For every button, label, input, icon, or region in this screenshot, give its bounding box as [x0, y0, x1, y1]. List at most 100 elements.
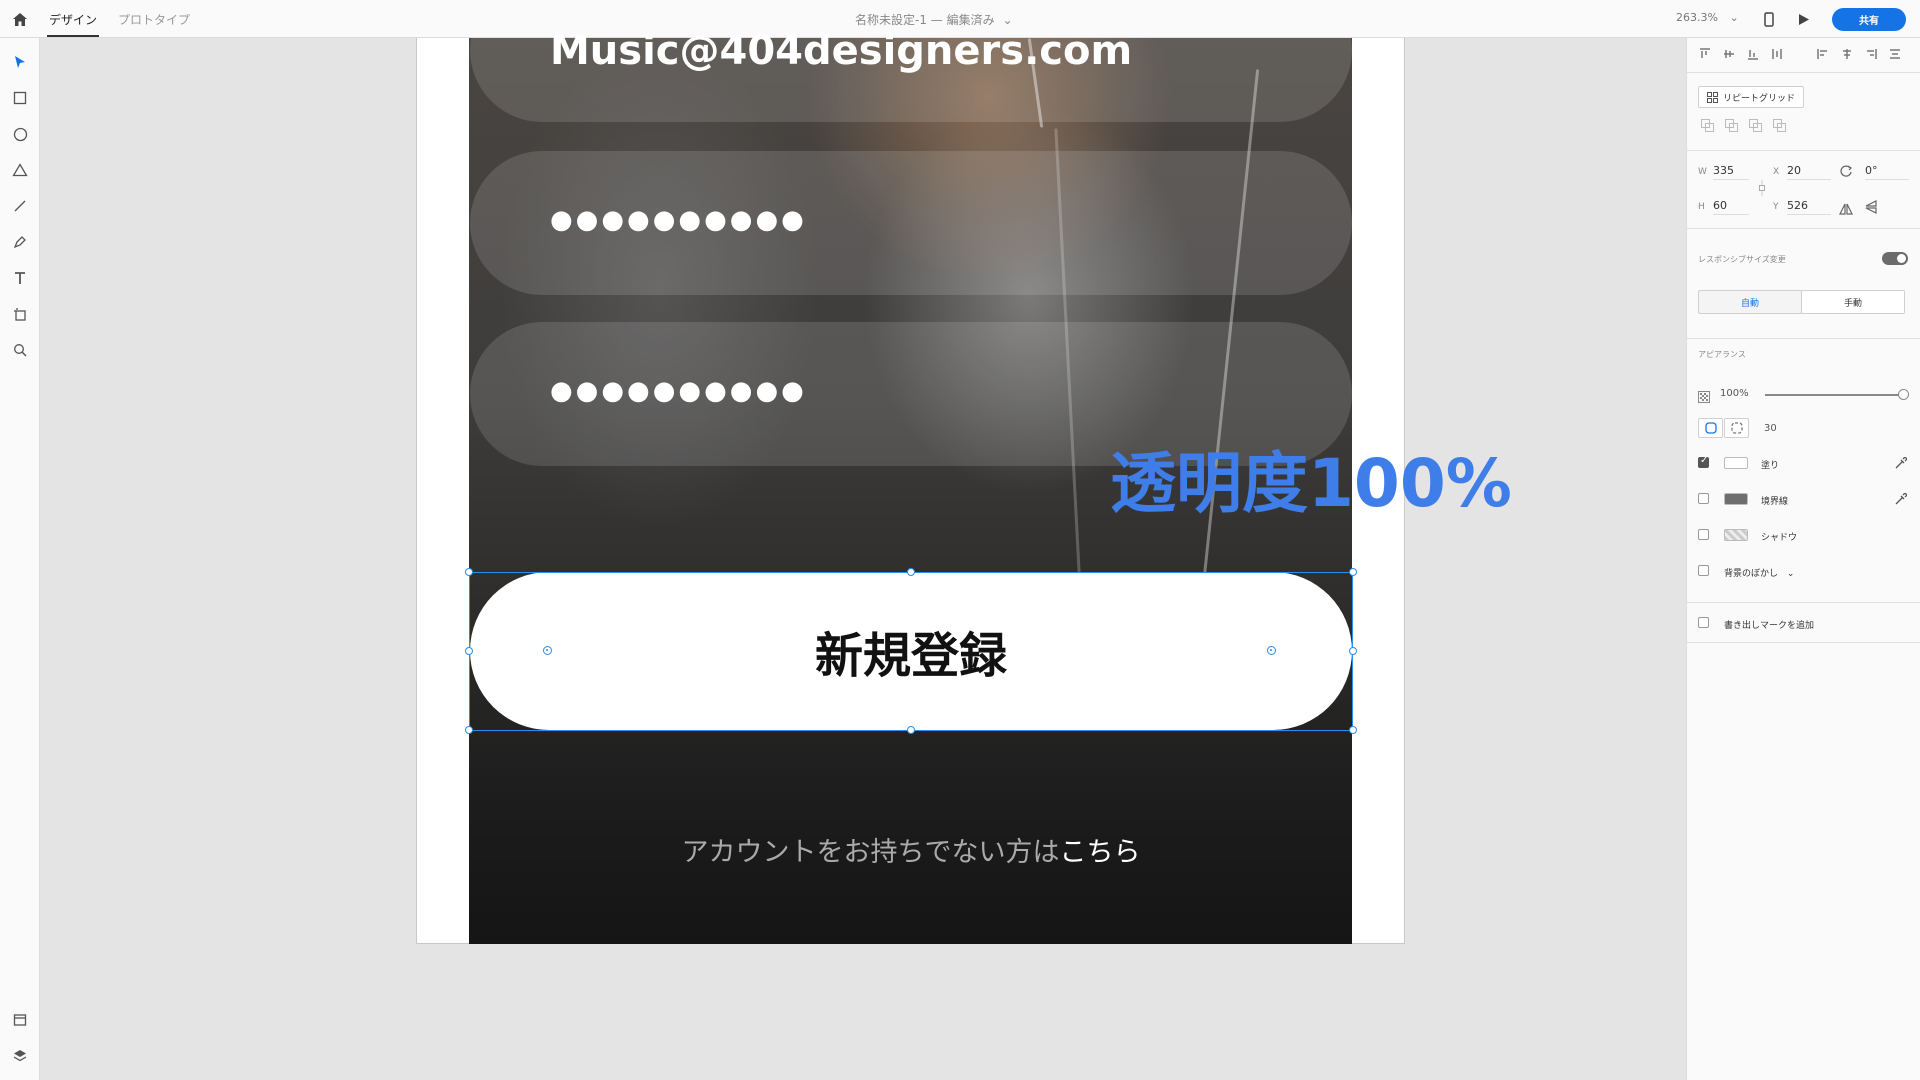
resize-handle[interactable]: [907, 568, 915, 576]
width-label: W: [1698, 167, 1707, 177]
shadow-swatch[interactable]: [1724, 529, 1748, 541]
corner-radius-individual-button[interactable]: [1724, 418, 1749, 438]
select-tool-icon[interactable]: [9, 51, 31, 73]
x-label: X: [1773, 167, 1780, 177]
boolean-add-icon[interactable]: [1701, 119, 1714, 132]
align-toolbar: [1699, 48, 1783, 60]
signup-label: 新規登録: [814, 628, 1007, 684]
opacity-slider-thumb[interactable]: [1898, 389, 1909, 400]
divider: [1687, 72, 1920, 73]
zoom-tool-icon[interactable]: [9, 339, 31, 361]
border-color-swatch[interactable]: [1724, 493, 1748, 505]
resize-handle[interactable]: [1349, 726, 1357, 734]
layers-panel-icon[interactable]: [9, 1045, 31, 1067]
opacity-icon: [1698, 388, 1710, 407]
align-bottom-icon[interactable]: [1747, 48, 1759, 60]
export-mark-label: 書き出しマークを追加: [1724, 621, 1815, 631]
fill-color-swatch[interactable]: [1724, 457, 1748, 469]
opacity-value[interactable]: 100%: [1720, 388, 1749, 399]
eyedropper-icon[interactable]: [1894, 491, 1908, 510]
rectangle-tool-icon[interactable]: [9, 87, 31, 109]
height-input[interactable]: 60: [1713, 199, 1749, 215]
eyedropper-icon[interactable]: [1894, 455, 1908, 474]
repeat-grid-button[interactable]: リピートグリッド: [1698, 86, 1804, 108]
polygon-tool-icon[interactable]: [9, 159, 31, 181]
resize-handle[interactable]: [465, 647, 473, 655]
mobile-preview-icon[interactable]: [1760, 10, 1778, 28]
distribute-horizontal-icon[interactable]: [1889, 48, 1901, 60]
y-input[interactable]: 526: [1787, 199, 1831, 215]
fill-checkbox[interactable]: [1698, 455, 1709, 468]
left-toolbar: [0, 38, 40, 1080]
y-label: Y: [1773, 202, 1779, 212]
resize-handle[interactable]: [1349, 647, 1357, 655]
shadow-checkbox[interactable]: [1698, 529, 1709, 540]
lock-aspect-icon[interactable]: [1757, 180, 1767, 200]
auto-button[interactable]: 自動: [1698, 290, 1802, 314]
email-field[interactable]: Music@404designers.com: [470, 0, 1352, 122]
line-tool-icon[interactable]: [9, 195, 31, 217]
rotate-icon[interactable]: [1839, 163, 1853, 182]
resize-handle[interactable]: [1349, 568, 1357, 576]
background-blur-text: 背景のぼかし: [1724, 569, 1779, 579]
pen-tool-icon[interactable]: [9, 231, 31, 253]
boolean-exclude-icon[interactable]: [1773, 119, 1786, 132]
boolean-intersect-icon[interactable]: [1749, 119, 1762, 132]
align-left-icon[interactable]: [1817, 48, 1829, 60]
opacity-slider-track[interactable]: [1765, 394, 1903, 396]
password-field[interactable]: ●●●●●●●●●●: [470, 151, 1352, 295]
x-input[interactable]: 20: [1787, 164, 1831, 180]
corner-radius-input[interactable]: 30: [1764, 423, 1777, 434]
rotation-input[interactable]: 0°: [1865, 164, 1909, 180]
resize-handle[interactable]: [465, 726, 473, 734]
resize-handle[interactable]: [465, 568, 473, 576]
signup-button[interactable]: 新規登録: [470, 572, 1352, 730]
password-confirm-mask: ●●●●●●●●●●: [550, 376, 807, 406]
flip-horizontal-icon[interactable]: [1839, 200, 1853, 219]
password-mask: ●●●●●●●●●●: [550, 205, 807, 235]
border-checkbox[interactable]: [1698, 493, 1709, 504]
divider: [1687, 642, 1920, 643]
tab-design[interactable]: デザイン: [49, 11, 97, 28]
responsive-resize-toggle[interactable]: [1882, 252, 1908, 265]
resize-handle[interactable]: [907, 726, 915, 734]
flip-vertical-icon[interactable]: [1865, 199, 1877, 218]
border-label: 境界線: [1761, 497, 1789, 507]
home-icon[interactable]: [9, 8, 31, 30]
account-link[interactable]: こちら: [1060, 837, 1141, 868]
responsive-resize-label: レスポンシブサイズ変更: [1698, 255, 1786, 264]
align-top-icon[interactable]: [1699, 48, 1711, 60]
align-middle-icon[interactable]: [1723, 48, 1735, 60]
export-mark-checkbox[interactable]: [1698, 617, 1709, 628]
repeat-grid-label: リピートグリッド: [1722, 93, 1795, 104]
align-right-icon[interactable]: [1865, 48, 1877, 60]
zoom-value: 263.3%: [1676, 11, 1718, 24]
ellipse-tool-icon[interactable]: [9, 123, 31, 145]
corner-radius-all-button[interactable]: [1698, 418, 1723, 438]
property-inspector: リピートグリッド W 335 H 60 X 20 Y 526 0° レスポンシブ…: [1686, 38, 1920, 1080]
text-tool-icon[interactable]: [9, 267, 31, 289]
boolean-subtract-icon[interactable]: [1725, 119, 1738, 132]
artboard-tool-icon[interactable]: [9, 303, 31, 325]
grid-icon: [1706, 91, 1718, 103]
chevron-down-icon: ⌄: [1786, 569, 1795, 579]
shadow-label: シャドウ: [1761, 533, 1798, 543]
distribute-vertical-icon[interactable]: [1771, 48, 1783, 60]
individual-corners-icon: [1730, 422, 1743, 434]
background-blur-checkbox[interactable]: [1698, 565, 1709, 576]
share-button[interactable]: 共有: [1832, 8, 1906, 31]
divider: [1687, 228, 1920, 229]
background-blur-label[interactable]: 背景のぼかし ⌄: [1724, 566, 1794, 579]
corner-radius-handle[interactable]: [1267, 646, 1276, 655]
zoom-level[interactable]: 263.3% ⌄: [1676, 11, 1739, 24]
corner-radius-handle[interactable]: [543, 646, 552, 655]
boolean-ops: [1701, 119, 1786, 132]
width-input[interactable]: 335: [1713, 164, 1749, 180]
play-icon[interactable]: [1795, 10, 1813, 28]
manual-button[interactable]: 手動: [1801, 290, 1905, 314]
align-center-icon[interactable]: [1841, 48, 1853, 60]
chevron-down-icon: ⌄: [1729, 11, 1739, 24]
tab-prototype[interactable]: プロトタイプ: [118, 11, 190, 28]
rounded-corner-icon: [1704, 422, 1717, 434]
assets-panel-icon[interactable]: [9, 1009, 31, 1031]
